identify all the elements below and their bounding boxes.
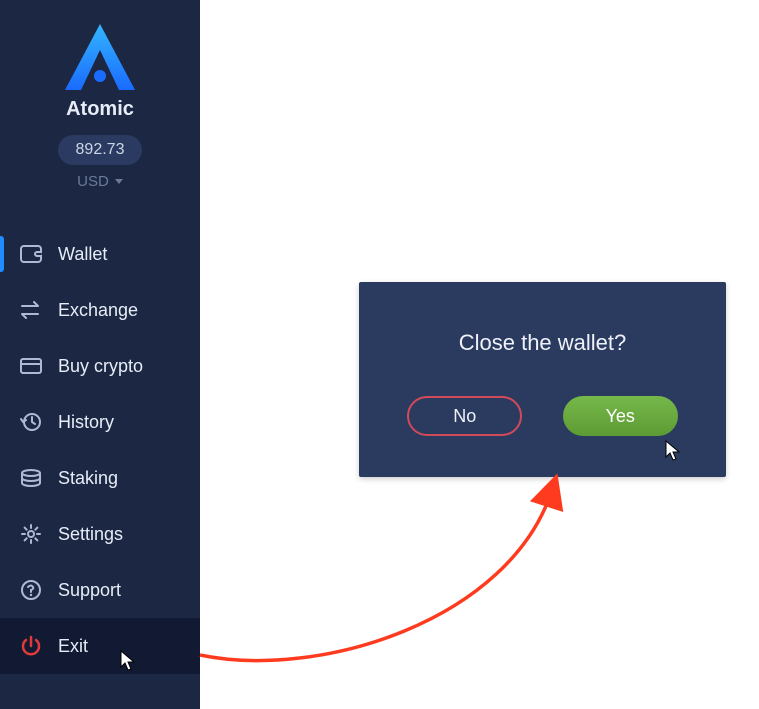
- sidebar-item-label: Wallet: [58, 244, 107, 265]
- sidebar-item-history[interactable]: History: [0, 394, 200, 450]
- sidebar-item-exchange[interactable]: Exchange: [0, 282, 200, 338]
- dialog-buttons: No Yes: [359, 396, 726, 436]
- sidebar-item-support[interactable]: Support: [0, 562, 200, 618]
- sidebar: Atomic 892.73 USD Wallet Exchange Buy cr…: [0, 0, 200, 709]
- gear-icon: [20, 523, 42, 545]
- sidebar-item-label: Settings: [58, 524, 123, 545]
- nav: Wallet Exchange Buy crypto History Staki: [0, 226, 200, 709]
- sidebar-item-label: Exit: [58, 636, 88, 657]
- sidebar-item-staking[interactable]: Staking: [0, 450, 200, 506]
- sidebar-item-label: Exchange: [58, 300, 138, 321]
- close-wallet-dialog: Close the wallet? No Yes: [359, 282, 726, 477]
- help-icon: [20, 579, 42, 601]
- sidebar-item-label: Staking: [58, 468, 118, 489]
- power-icon: [20, 635, 42, 657]
- sidebar-item-settings[interactable]: Settings: [0, 506, 200, 562]
- wallet-icon: [20, 243, 42, 265]
- balance-pill[interactable]: 892.73: [58, 135, 143, 165]
- annotation-arrow: [160, 450, 580, 670]
- staking-icon: [20, 467, 42, 489]
- sidebar-item-label: Buy crypto: [58, 356, 143, 377]
- atomic-logo: [65, 24, 135, 90]
- sidebar-item-wallet[interactable]: Wallet: [0, 226, 200, 282]
- sidebar-item-exit[interactable]: Exit: [0, 618, 200, 674]
- currency-label: USD: [77, 173, 109, 190]
- sidebar-item-label: History: [58, 412, 114, 433]
- exchange-icon: [20, 299, 42, 321]
- card-icon: [20, 355, 42, 377]
- currency-select[interactable]: USD: [77, 173, 123, 190]
- yes-button[interactable]: Yes: [563, 396, 678, 436]
- no-button[interactable]: No: [407, 396, 522, 436]
- history-icon: [20, 411, 42, 433]
- dialog-title: Close the wallet?: [459, 330, 627, 356]
- brand-name: Atomic: [66, 98, 134, 121]
- chevron-down-icon: [115, 179, 123, 184]
- brand-block: Atomic 892.73 USD: [0, 0, 200, 200]
- sidebar-item-buy-crypto[interactable]: Buy crypto: [0, 338, 200, 394]
- sidebar-item-label: Support: [58, 580, 121, 601]
